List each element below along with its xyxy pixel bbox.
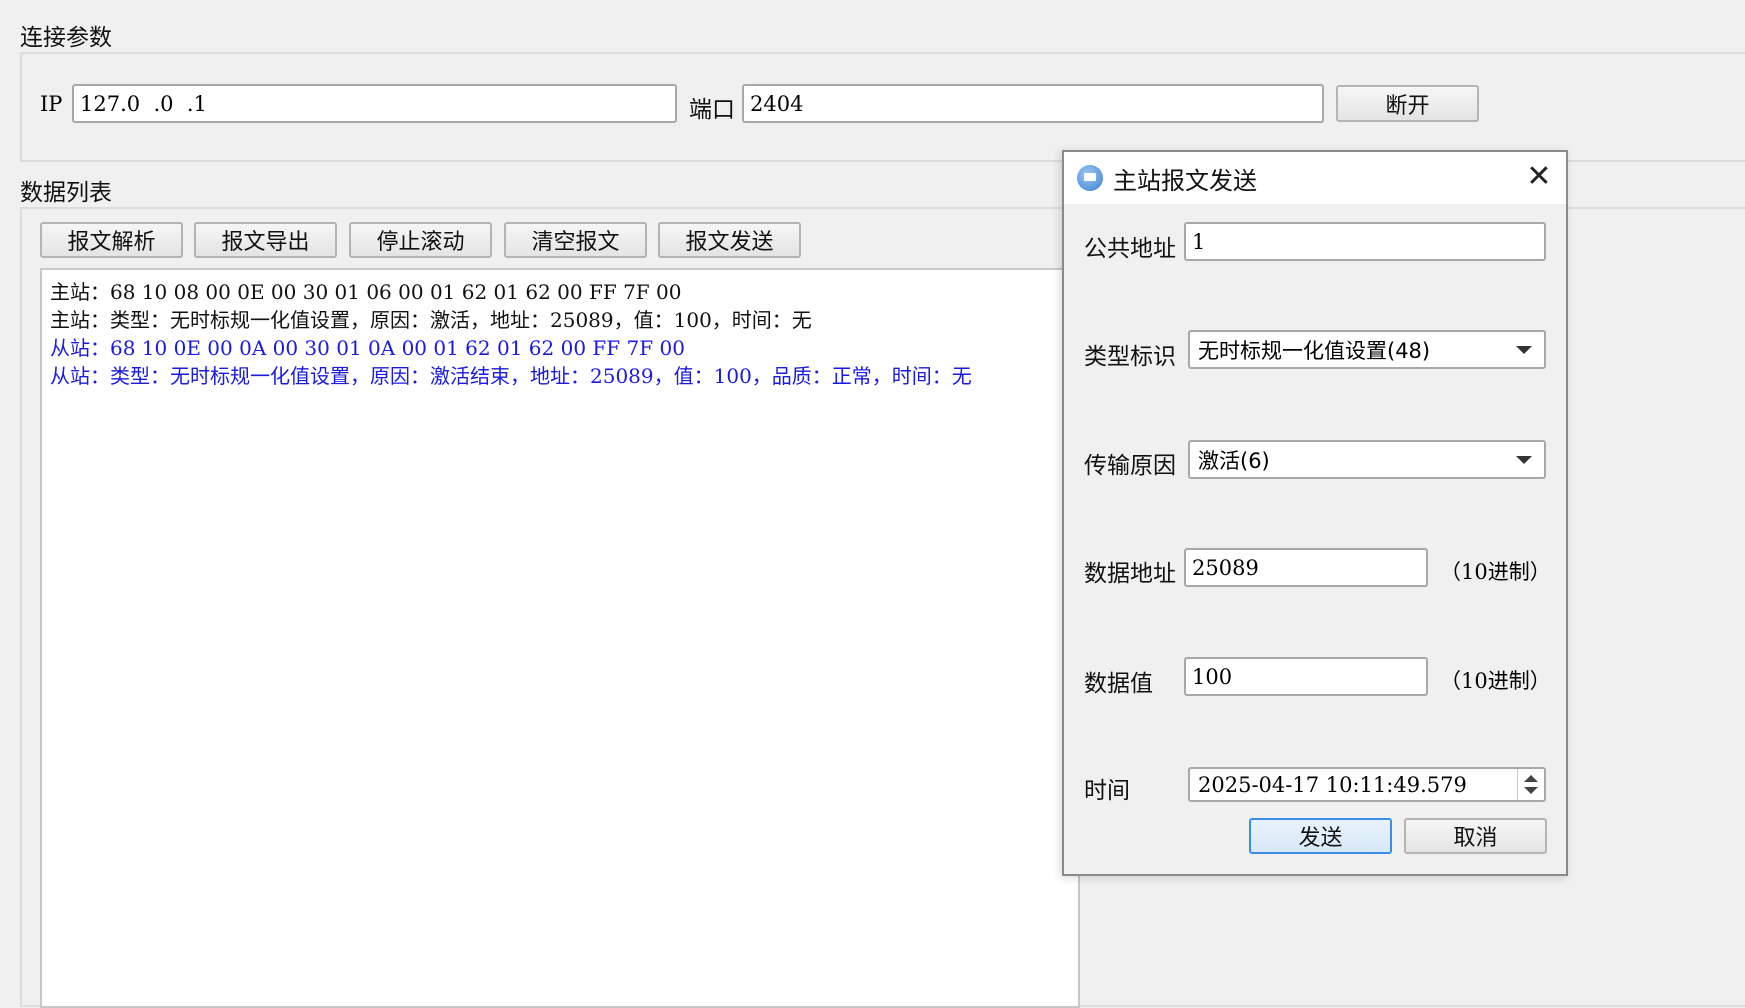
dialog-title: 主站报文发送 — [1113, 166, 1257, 195]
data-value-label: 数据值 — [1084, 671, 1153, 697]
data-address-unit: （10进制） — [1440, 560, 1551, 584]
cancel-button[interactable]: 取消 — [1404, 818, 1547, 854]
port-input[interactable]: 2404 — [742, 84, 1324, 123]
monitor-app-icon — [1077, 165, 1103, 191]
disconnect-button[interactable]: 断开 — [1336, 85, 1479, 122]
type-id-label: 类型标识 — [1084, 344, 1176, 370]
time-label: 时间 — [1084, 778, 1130, 804]
dialog-titlebar[interactable]: 主站报文发送 ✕ — [1064, 152, 1566, 204]
data-value-input[interactable]: 100 — [1184, 657, 1428, 696]
export-message-button[interactable]: 报文导出 — [194, 222, 337, 258]
cause-label: 传输原因 — [1084, 453, 1176, 479]
common-address-input[interactable]: 1 — [1184, 222, 1546, 261]
time-spinner[interactable] — [1517, 769, 1544, 800]
ip-address-input[interactable]: 127.0 .0 .1 — [72, 84, 677, 123]
common-address-label: 公共地址 — [1084, 236, 1176, 262]
log-line: 从站：类型：无时标规一化值设置，原因：激活结束，地址：25089，值：100，品… — [50, 364, 972, 388]
stop-scroll-button[interactable]: 停止滚动 — [349, 222, 492, 258]
type-id-selected-value: 无时标规一化值设置(48) — [1198, 338, 1431, 363]
chevron-down-icon[interactable] — [1516, 455, 1532, 464]
time-value: 2025-04-17 10:11:49.579 — [1198, 772, 1467, 797]
log-line: 从站：68 10 0E 00 0A 00 30 01 0A 00 01 62 0… — [50, 336, 685, 360]
send-message-button[interactable]: 报文发送 — [658, 222, 801, 258]
port-label: 端口 — [689, 97, 735, 123]
time-datetime-input[interactable]: 2025-04-17 10:11:49.579 — [1188, 767, 1546, 802]
send-button[interactable]: 发送 — [1249, 818, 1392, 854]
cause-selected-value: 激活(6) — [1198, 448, 1270, 473]
message-log[interactable]: 主站：68 10 08 00 0E 00 30 01 06 00 01 62 0… — [40, 268, 1080, 1008]
data-address-input[interactable]: 25089 — [1184, 548, 1428, 587]
ip-label: IP — [40, 92, 63, 116]
log-line: 主站：68 10 08 00 0E 00 30 01 06 00 01 62 0… — [50, 280, 682, 304]
data-address-label: 数据地址 — [1084, 561, 1176, 587]
type-id-select[interactable]: 无时标规一化值设置(48) — [1188, 330, 1546, 369]
chevron-down-icon[interactable] — [1516, 345, 1532, 354]
connection-section-title: 连接参数 — [20, 25, 112, 51]
data-list-section-title: 数据列表 — [20, 180, 112, 206]
spin-down-icon[interactable] — [1524, 787, 1538, 794]
log-line: 主站：类型：无时标规一化值设置，原因：激活，地址：25089，值：100，时间：… — [50, 308, 812, 332]
clear-messages-button[interactable]: 清空报文 — [504, 222, 647, 258]
data-value-unit: （10进制） — [1440, 669, 1551, 693]
close-icon[interactable]: ✕ — [1526, 162, 1552, 192]
cause-select[interactable]: 激活(6) — [1188, 440, 1546, 479]
parse-message-button[interactable]: 报文解析 — [40, 222, 183, 258]
spin-up-icon[interactable] — [1524, 775, 1538, 782]
